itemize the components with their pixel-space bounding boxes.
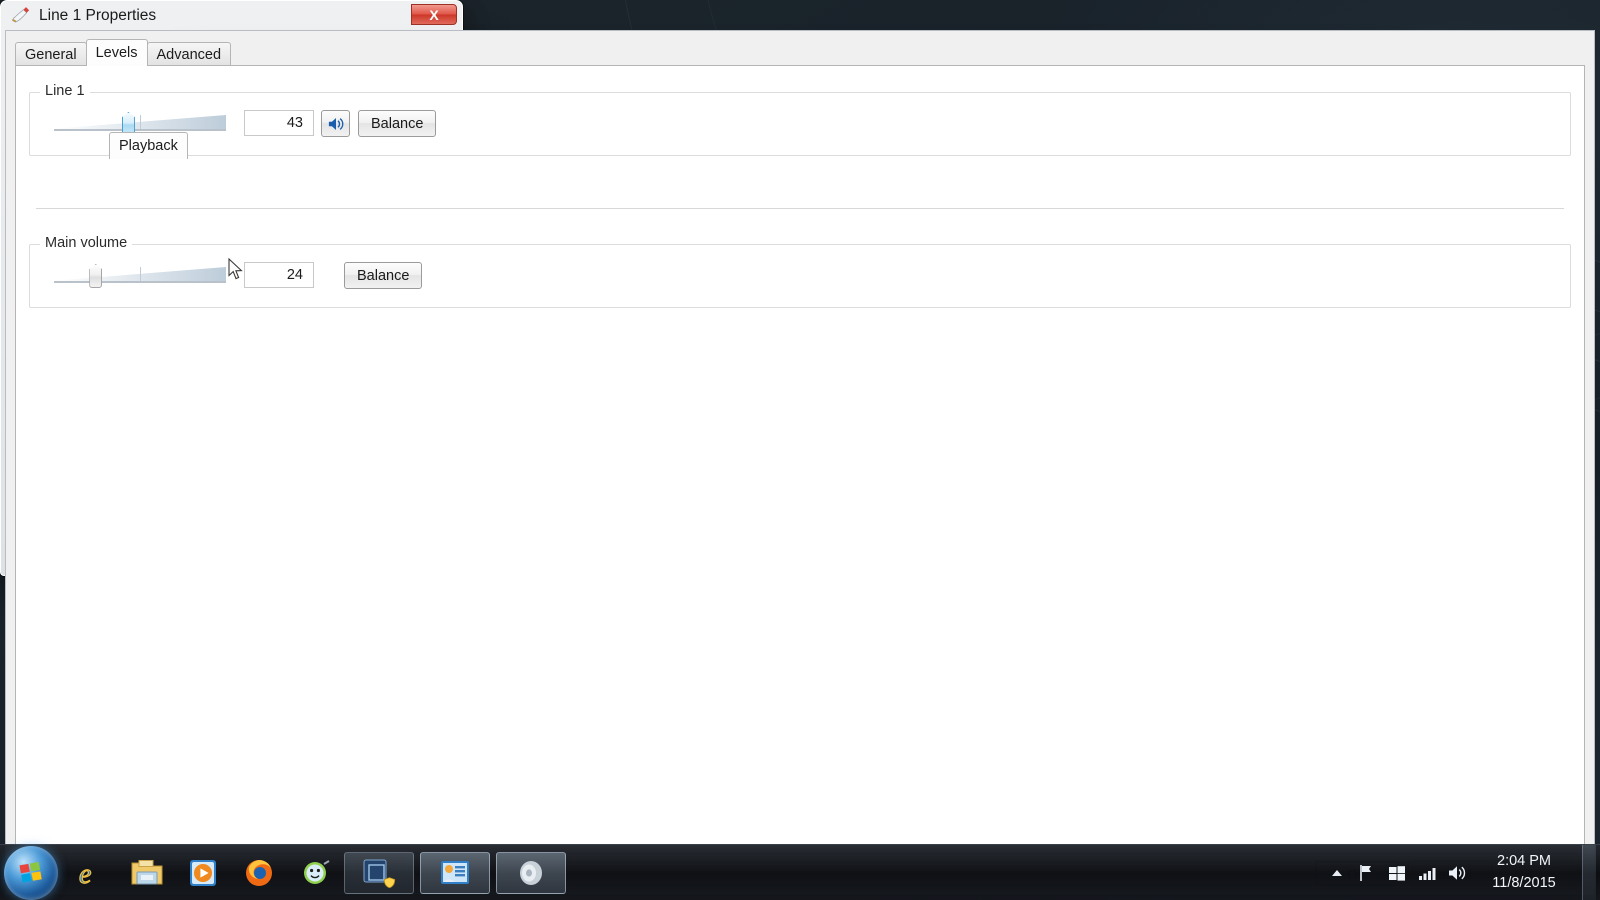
properties-dialog-title: Line 1 Properties: [39, 7, 157, 24]
slider-thumb[interactable]: [89, 264, 103, 288]
line1-balance-button[interactable]: Balance: [358, 110, 437, 137]
mouse-cursor: [228, 257, 246, 282]
line1-mute-button[interactable]: [321, 110, 350, 137]
speaker-on-icon: [328, 117, 343, 130]
slider-rail: [54, 281, 226, 283]
taskbar-window-uac[interactable]: [344, 851, 414, 894]
slider-rail: [54, 129, 226, 131]
line1-value-field[interactable]: 43: [244, 110, 314, 136]
clock-time: 2:04 PM: [1497, 853, 1551, 870]
line1-group-label: Line 1: [40, 83, 90, 99]
volume-icon[interactable]: [1442, 845, 1472, 900]
taskbar-window-sound[interactable]: [496, 851, 566, 894]
windows-explorer-icon[interactable]: [124, 852, 170, 894]
taskbar-window-control-panel[interactable]: [420, 851, 490, 894]
main-volume-group: Main volume 24 Balance: [29, 235, 1571, 308]
tab-playback[interactable]: Playback: [109, 132, 188, 159]
taskbar: e 2:04 PM 11/8/2015: [0, 844, 1600, 900]
internet-explorer-icon[interactable]: e: [68, 852, 114, 894]
levels-pane: Line 1 43 Balance Main volume 24 Balance: [15, 65, 1585, 854]
slider-tick: [140, 115, 141, 129]
windows-media-player-icon[interactable]: [180, 852, 226, 894]
action-center-flag-icon[interactable]: [1352, 845, 1382, 900]
main-volume-slider[interactable]: [54, 262, 226, 288]
system-tray: 2:04 PM 11/8/2015: [1322, 844, 1600, 900]
taskbar-clock[interactable]: 2:04 PM 11/8/2015: [1472, 845, 1576, 900]
properties-dialog-body: General Levels Advanced Line 1 43 Balanc…: [5, 30, 1595, 895]
network-signal-icon[interactable]: [1412, 845, 1442, 900]
properties-tabstrip: General Levels Advanced: [15, 39, 232, 66]
show-desktop-button[interactable]: [1582, 844, 1596, 900]
line-in-jack-icon: [11, 5, 31, 28]
line-properties-dialog: Line 1 Properties X General Levels Advan…: [0, 0, 1595, 895]
desktop: X Control Panel Items ▸ ▾ Search Contr..…: [0, 0, 1600, 900]
tab-general[interactable]: General: [15, 42, 87, 66]
main-volume-group-label: Main volume: [40, 235, 133, 251]
windows-flag-icon[interactable]: [1382, 845, 1412, 900]
main-volume-value-field[interactable]: 24: [244, 262, 314, 288]
line1-group: Line 1 43 Balance: [29, 83, 1571, 156]
slider-tick: [140, 267, 141, 281]
svg-text:e: e: [79, 859, 91, 890]
levels-divider: [36, 208, 1564, 209]
properties-close-button[interactable]: X: [411, 4, 457, 25]
main-volume-balance-button[interactable]: Balance: [344, 262, 423, 289]
properties-titlebar[interactable]: Line 1 Properties X: [1, 1, 462, 31]
firefox-icon[interactable]: [236, 852, 282, 894]
start-button[interactable]: [4, 845, 58, 900]
tab-advanced[interactable]: Advanced: [146, 42, 232, 66]
clock-date: 11/8/2015: [1492, 874, 1556, 891]
show-hidden-icons-button[interactable]: [1322, 845, 1352, 900]
tab-levels[interactable]: Levels: [85, 39, 148, 66]
messenger-icon[interactable]: [292, 852, 338, 894]
